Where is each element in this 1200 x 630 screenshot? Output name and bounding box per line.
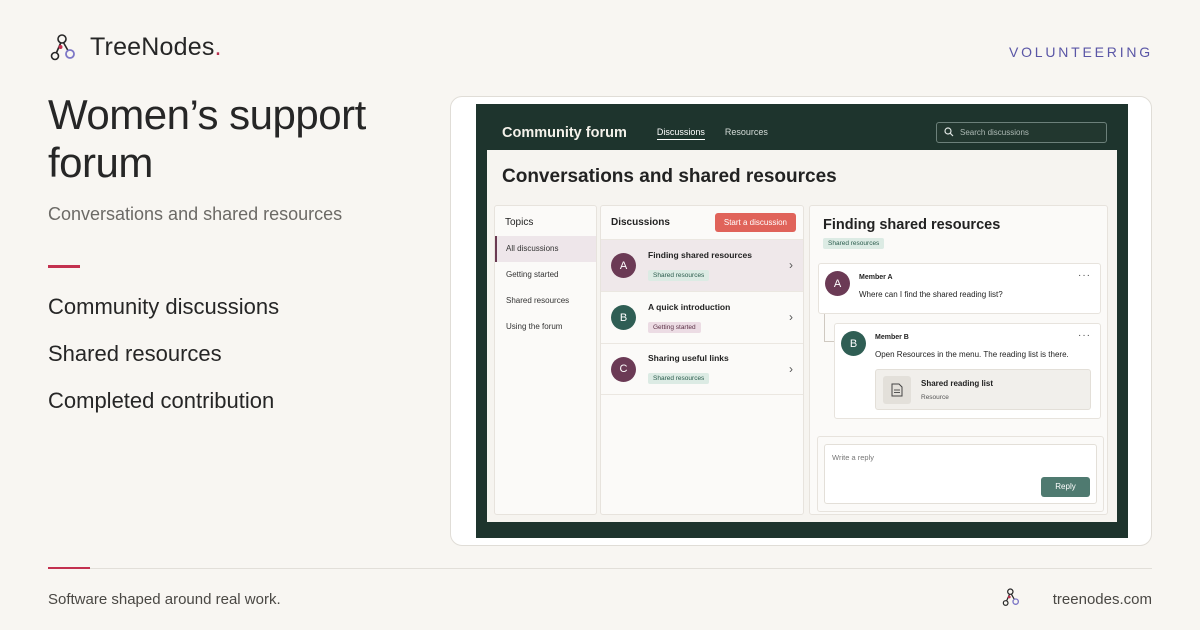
forum-screenshot: Community forum Discussions Resources Se…: [476, 104, 1128, 538]
document-icon: [883, 376, 911, 404]
more-options-icon[interactable]: ···: [1078, 270, 1091, 281]
chevron-right-icon: ›: [789, 258, 793, 272]
search-input[interactable]: Search discussions: [936, 122, 1107, 143]
avatar: B: [611, 305, 636, 330]
discussion-title: Finding shared resources: [648, 249, 752, 260]
avatar: C: [611, 356, 636, 382]
footer-divider: [48, 568, 1152, 569]
avatar: B: [841, 331, 866, 356]
topic-getting-started[interactable]: Getting started: [495, 262, 596, 288]
app-navbar: Community forum Discussions Resources Se…: [487, 116, 1117, 150]
accent-divider: [48, 265, 80, 268]
footer-url[interactable]: treenodes.com: [1053, 591, 1152, 608]
discussion-tag: Shared resources: [648, 373, 710, 384]
message-body: Where can I find the shared reading list…: [859, 290, 1003, 299]
reply-connector: [824, 314, 834, 342]
brand-logo: TreeNodes.: [48, 32, 222, 62]
brand-name: TreeNodes.: [90, 32, 222, 61]
chevron-right-icon: ›: [789, 310, 793, 324]
page-title: Women’s support forum: [48, 91, 366, 186]
discussion-tag: Getting started: [648, 321, 701, 333]
footer-tagline: Software shaped around real work.: [48, 591, 281, 608]
discussion-item[interactable]: C Sharing useful links Shared resources …: [601, 343, 803, 395]
resource-type: Resource: [921, 394, 949, 401]
discussions-heading: Discussions: [611, 217, 670, 228]
feature-item: Completed contribution: [48, 388, 275, 413]
search-placeholder: Search discussions: [960, 128, 1029, 137]
message-author: Member B: [875, 334, 909, 341]
chevron-right-icon: ›: [789, 362, 793, 376]
message-author: Member A: [859, 274, 893, 281]
topics-heading: Topics: [505, 217, 534, 228]
more-options-icon[interactable]: ···: [1078, 330, 1091, 341]
discussion-item[interactable]: A Finding shared resources Shared resour…: [601, 239, 803, 291]
reply-button[interactable]: Reply: [1041, 477, 1090, 497]
message-body: Open Resources in the menu. The reading …: [875, 350, 1069, 359]
nav-resources[interactable]: Resources: [725, 127, 768, 139]
footer-right: treenodes.com: [1001, 587, 1152, 612]
resource-attachment[interactable]: Shared reading list Resource: [875, 369, 1091, 410]
feature-item: Shared resources: [48, 341, 222, 366]
thread-tag: Shared resources: [823, 238, 885, 249]
nav-discussions[interactable]: Discussions: [656, 127, 705, 140]
reply-composer: Write a reply Reply: [817, 436, 1104, 512]
app-title: Community forum: [502, 125, 627, 141]
topic-using-the-forum[interactable]: Using the forum: [495, 314, 596, 340]
topic-all-discussions[interactable]: All discussions: [495, 236, 596, 262]
resource-title: Shared reading list: [921, 379, 994, 388]
discussions-header: Discussions Start a discussion: [601, 206, 803, 239]
footer-accent: [48, 567, 90, 569]
discussions-panel: Discussions Start a discussion A Finding…: [600, 205, 804, 515]
screenshot-frame: Community forum Discussions Resources Se…: [450, 96, 1152, 546]
feature-item: Community discussions: [48, 294, 280, 319]
tree-nodes-icon: [1001, 587, 1021, 612]
tree-nodes-icon: [48, 32, 78, 62]
discussion-title: A quick introduction: [648, 301, 731, 312]
app-heading: Conversations and shared resources: [502, 166, 837, 187]
thread-title: Finding shared resources: [823, 217, 1001, 233]
feature-list: Community discussions Shared resources C…: [48, 292, 279, 433]
message-card: A Member A Where can I find the shared r…: [818, 263, 1101, 314]
start-discussion-button[interactable]: Start a discussion: [714, 213, 796, 232]
category-label: VOLUNTEERING: [1008, 44, 1153, 60]
discussion-item[interactable]: B A quick introduction Getting started ›: [601, 291, 803, 343]
discussion-title: Sharing useful links: [648, 353, 729, 363]
app-body: Conversations and shared resources Topic…: [487, 150, 1117, 522]
page-subtitle: Conversations and shared resources: [48, 204, 343, 224]
topics-panel: Topics All discussions Getting started S…: [494, 205, 597, 515]
topic-shared-resources[interactable]: Shared resources: [495, 288, 596, 314]
avatar: A: [611, 253, 636, 278]
search-icon: [944, 124, 954, 142]
message-card: B Member B Open Resources in the menu. T…: [834, 323, 1101, 419]
avatar: A: [825, 271, 850, 296]
discussion-tag: Shared resources: [648, 269, 710, 281]
